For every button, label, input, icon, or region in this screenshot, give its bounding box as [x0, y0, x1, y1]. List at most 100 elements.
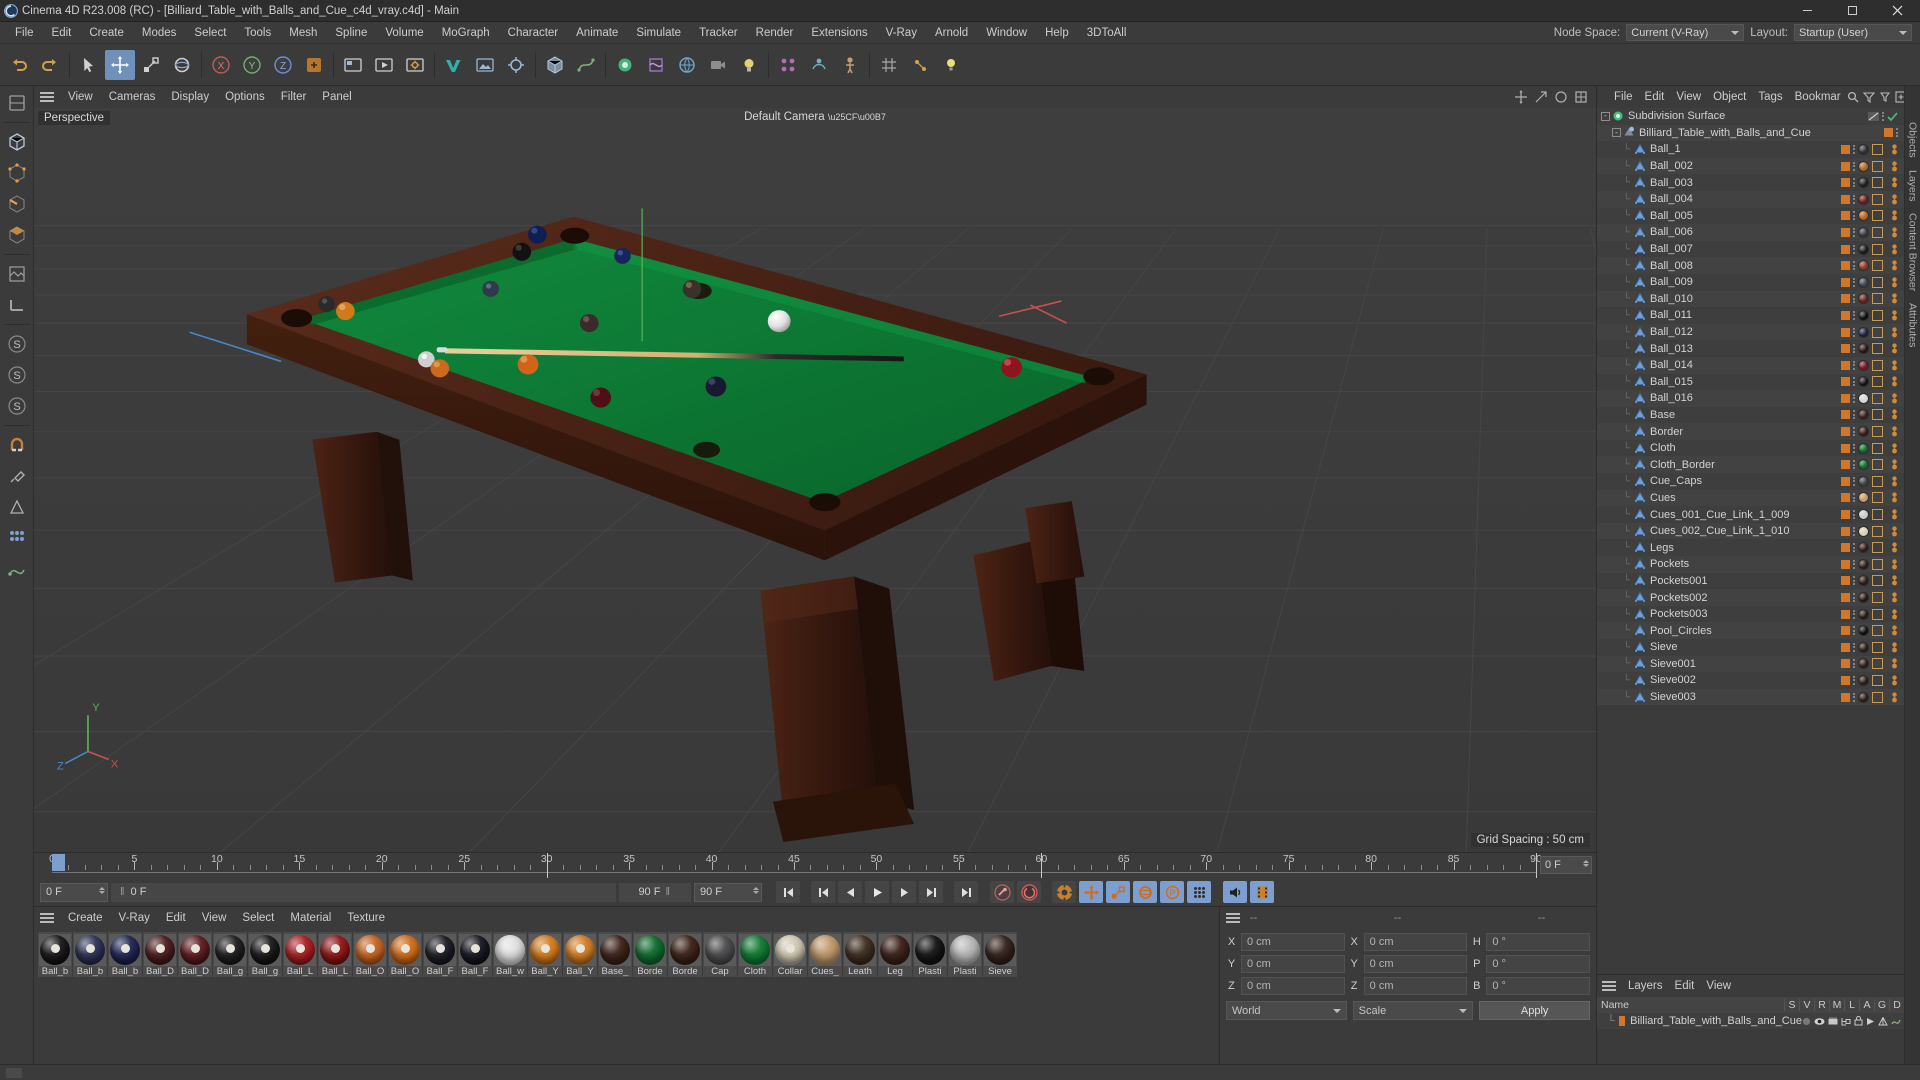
dots-icon[interactable]: [1853, 244, 1855, 254]
material-tag-icon[interactable]: [1858, 210, 1869, 222]
render-view-button[interactable]: [338, 50, 368, 80]
object-tree-row[interactable]: └ Ball_013: [1597, 340, 1904, 357]
point-mode-icon[interactable]: [2, 158, 32, 188]
phong-tag-icon[interactable]: [1886, 658, 1898, 669]
phong-tag-icon[interactable]: [1886, 260, 1898, 271]
texture-tag-icon[interactable]: [1872, 343, 1883, 355]
material-swatch[interactable]: Borde: [633, 932, 667, 977]
grid-snap-button[interactable]: [874, 50, 904, 80]
add-deformer-button[interactable]: [641, 50, 671, 80]
material-tag-icon[interactable]: [1858, 426, 1869, 438]
object-tree-row[interactable]: └ Sieve002: [1597, 672, 1904, 689]
material-tag-icon[interactable]: [1858, 343, 1869, 355]
object-tree-row[interactable]: └ Ball_006: [1597, 224, 1904, 241]
material-tag-icon[interactable]: [1858, 592, 1869, 604]
preview-range-bar[interactable]: ‖ 0 F: [111, 882, 616, 902]
go-to-end-button[interactable]: [954, 881, 978, 903]
object-tree[interactable]: - Subdivision Surface - Billiard_Table_with…: [1597, 108, 1904, 974]
material-swatch[interactable]: Ball_D: [178, 932, 212, 977]
material-tag-icon[interactable]: [1858, 293, 1869, 305]
dots-icon[interactable]: [1853, 277, 1855, 287]
enable-snap-icon[interactable]: S: [2, 360, 32, 390]
layer-color-tag[interactable]: [1841, 510, 1850, 520]
keyframe-settings-button[interactable]: [1052, 881, 1076, 903]
layout-select[interactable]: Startup (User): [1794, 24, 1912, 41]
current-frame-field[interactable]: 0 F: [40, 882, 108, 902]
dots-icon[interactable]: [1853, 178, 1855, 188]
layer-color-tag[interactable]: [1841, 377, 1850, 387]
menu-help[interactable]: Help: [1036, 22, 1078, 44]
layer-color-tag[interactable]: [1841, 576, 1850, 586]
dots-icon[interactable]: [1853, 626, 1855, 636]
dots-icon[interactable]: [1853, 327, 1855, 337]
dots-icon[interactable]: [1853, 410, 1855, 420]
phong-tag-icon[interactable]: [1886, 559, 1898, 570]
pos-x-input[interactable]: 0 cm: [1241, 933, 1345, 951]
material-swatch[interactable]: Cues_: [808, 932, 842, 977]
object-tree-row[interactable]: └ Ball_016: [1597, 390, 1904, 407]
layer-color-tag[interactable]: [1841, 194, 1850, 204]
array-icon[interactable]: [2, 523, 32, 553]
layer-color-tag[interactable]: [1841, 211, 1850, 221]
dots-icon[interactable]: [1853, 510, 1855, 520]
texture-tag-icon[interactable]: [1872, 226, 1883, 238]
render-to-picture-viewer-button[interactable]: [369, 50, 399, 80]
timeline-frame-spinner[interactable]: [1583, 860, 1589, 867]
move-tool-button[interactable]: [105, 49, 135, 80]
dots-icon[interactable]: [1853, 194, 1855, 204]
generator-icon[interactable]: [1878, 1016, 1888, 1026]
layer-color-tag[interactable]: [1841, 493, 1850, 503]
menu-file[interactable]: File: [6, 22, 43, 44]
texture-tag-icon[interactable]: [1872, 309, 1883, 321]
menu-arnold[interactable]: Arnold: [926, 22, 977, 44]
end-frame-field[interactable]: 90 F: [694, 882, 762, 902]
manager-icon[interactable]: [1841, 1017, 1851, 1026]
layer-color-tag[interactable]: [1841, 244, 1850, 254]
material-tag-icon[interactable]: [1858, 193, 1869, 205]
texture-tag-icon[interactable]: [1872, 426, 1883, 438]
viewport-menu-display[interactable]: Display: [163, 86, 217, 108]
material-swatch[interactable]: Sieve: [983, 932, 1017, 977]
maximize-button[interactable]: [1830, 0, 1875, 22]
object-menu-file[interactable]: File: [1608, 86, 1639, 108]
texture-tag-icon[interactable]: [1872, 641, 1883, 653]
viewport-menu-view[interactable]: View: [60, 86, 101, 108]
texture-tag-icon[interactable]: [1872, 509, 1883, 521]
material-swatch[interactable]: Ball_D: [143, 932, 177, 977]
next-key-button[interactable]: [919, 881, 943, 903]
material-tag-icon[interactable]: [1858, 542, 1869, 554]
coordinate-menu-icon[interactable]: [1224, 911, 1242, 925]
texture-tag-icon[interactable]: [1872, 293, 1883, 305]
dots-icon[interactable]: [1853, 211, 1855, 221]
menu-3dtoall[interactable]: 3DToAll: [1078, 22, 1136, 44]
layer-menu-icon[interactable]: [1600, 979, 1618, 993]
mograph-button[interactable]: [773, 50, 803, 80]
render-settings-button[interactable]: [400, 50, 430, 80]
timeline-playhead[interactable]: [52, 854, 65, 871]
texture-tag-icon[interactable]: [1872, 625, 1883, 637]
phong-tag-icon[interactable]: [1886, 426, 1898, 437]
size-z-input[interactable]: 0 cm: [1363, 977, 1468, 995]
mode-toggle-icon[interactable]: [2, 88, 32, 118]
phong-tag-icon[interactable]: [1886, 177, 1898, 188]
phong-tag-icon[interactable]: [1886, 393, 1898, 404]
lock-x-axis-button[interactable]: X: [206, 50, 236, 80]
material-swatch[interactable]: Ball_F: [458, 932, 492, 977]
object-tree-row[interactable]: └ Cue_Caps: [1597, 473, 1904, 490]
menu-mograph[interactable]: MoGraph: [433, 22, 499, 44]
texture-tag-icon[interactable]: [1872, 177, 1883, 189]
object-tree-row[interactable]: └ Base: [1597, 406, 1904, 424]
modeling-axis-icon[interactable]: [2, 492, 32, 522]
dots-icon[interactable]: [1853, 476, 1855, 486]
layer-menu-view[interactable]: View: [1700, 975, 1737, 997]
layer-color-tag[interactable]: [1841, 261, 1850, 271]
material-tag-icon[interactable]: [1858, 260, 1869, 272]
lock-icon[interactable]: [1854, 1016, 1863, 1026]
menu-tracker[interactable]: Tracker: [690, 22, 747, 44]
dots-icon[interactable]: [1853, 227, 1855, 237]
deformer-icon[interactable]: [1891, 1017, 1901, 1026]
texture-tag-icon[interactable]: [1872, 459, 1883, 471]
phong-tag-icon[interactable]: [1886, 326, 1898, 338]
previous-key-button[interactable]: [811, 881, 835, 903]
phong-tag-icon[interactable]: [1886, 509, 1898, 520]
